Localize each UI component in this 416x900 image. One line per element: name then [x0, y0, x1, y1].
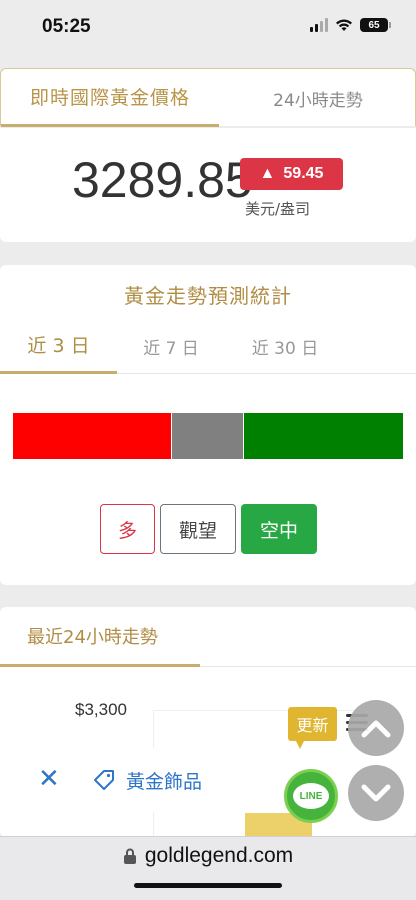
wait-segment	[170, 413, 245, 459]
wifi-icon	[336, 19, 352, 31]
clock: 05:25	[42, 16, 91, 37]
long-segment	[13, 413, 171, 459]
status-icons: 65	[310, 18, 391, 32]
short-segment	[244, 413, 403, 459]
price-tabs: 即時國際黃金價格 24小時走勢	[0, 68, 416, 127]
lock-icon	[123, 848, 136, 864]
chart-y-label: $3,300	[75, 700, 127, 719]
battery-icon: 65	[360, 18, 391, 32]
home-indicator	[134, 883, 282, 888]
chevron-down-icon	[361, 784, 391, 802]
forecast-distribution-bar	[13, 413, 403, 459]
address-bar[interactable]: goldlegend.com	[0, 844, 416, 868]
scroll-up-button[interactable]	[348, 700, 404, 756]
forecast-title: 黃金走勢預測統計	[124, 284, 292, 308]
signal-icon	[310, 18, 328, 32]
divider	[200, 666, 416, 667]
status-bar: 05:25 65	[0, 0, 416, 60]
tab-live-price[interactable]: 即時國際黃金價格	[1, 69, 219, 127]
forecast-tabs: 近 3 日 近 7 日 近 30 日	[0, 318, 416, 374]
price-change-badge: ▲ 59.45	[240, 158, 343, 190]
tab-24h-trend[interactable]: 24小時走勢	[219, 69, 416, 127]
tab-7-days[interactable]: 近 7 日	[117, 318, 225, 374]
line-icon: LINE	[293, 783, 329, 809]
suggestion-link[interactable]: 黃金飾品	[126, 767, 202, 794]
suggestion-bar: ✕ 黃金飾品	[0, 748, 282, 812]
close-icon[interactable]: ✕	[38, 766, 60, 792]
up-arrow-icon: ▲	[259, 165, 276, 182]
tag-icon	[94, 770, 114, 790]
gold-price: 3289.85	[72, 152, 253, 208]
tab-3-days[interactable]: 近 3 日	[0, 318, 117, 374]
scroll-down-button[interactable]	[348, 765, 404, 821]
price-unit: 美元/盎司	[245, 200, 311, 218]
short-button[interactable]: 空中	[241, 504, 317, 554]
update-badge[interactable]: 更新	[288, 707, 337, 749]
url-text: goldlegend.com	[144, 844, 294, 867]
price-change-value: 59.45	[283, 165, 324, 182]
line-button[interactable]: LINE	[284, 769, 338, 823]
tab-30-days[interactable]: 近 30 日	[225, 318, 345, 374]
forecast-buttons: 多 觀望 空中	[0, 504, 416, 554]
chevron-up-icon	[361, 720, 391, 738]
tab-24h-trend-chart[interactable]: 最近24小時走勢	[0, 607, 200, 667]
wait-button[interactable]: 觀望	[160, 504, 236, 554]
long-button[interactable]: 多	[100, 504, 155, 554]
